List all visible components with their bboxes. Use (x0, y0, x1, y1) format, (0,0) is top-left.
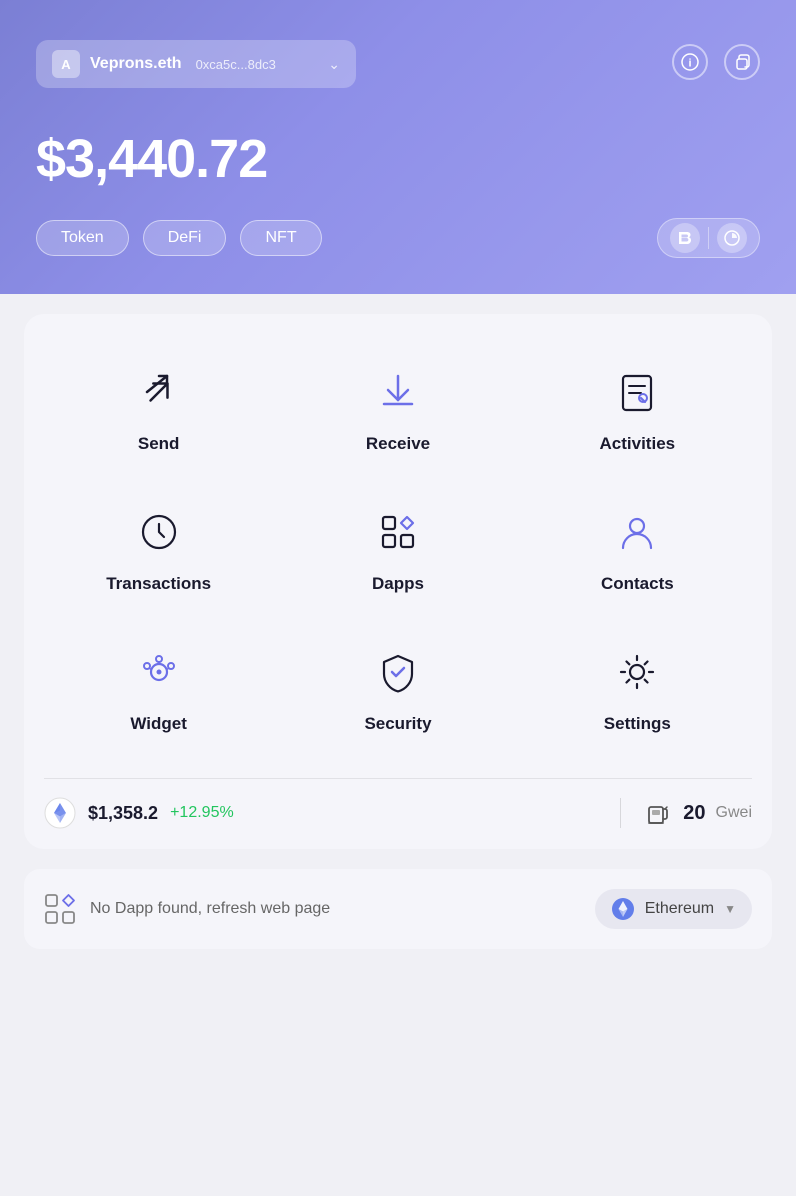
tab-defi[interactable]: DeFi (143, 220, 227, 256)
transactions-icon (131, 504, 187, 560)
activities-label: Activities (600, 434, 676, 454)
widget-button[interactable]: Widget (44, 624, 273, 754)
gas-value: 20 (683, 802, 705, 825)
eth-ticker[interactable]: $1,358.2 +12.95% (44, 797, 596, 829)
security-button[interactable]: Security (283, 624, 512, 754)
contacts-icon (609, 504, 665, 560)
gas-ticker: 20 Gwei (645, 799, 752, 827)
dapps-button[interactable]: Dapps (283, 484, 512, 614)
transactions-button[interactable]: Transactions (44, 484, 273, 614)
tab-token[interactable]: Token (36, 220, 129, 256)
eth-change: +12.95% (170, 804, 234, 822)
activities-button[interactable]: Activities (523, 344, 752, 474)
header-action-icons: i (672, 44, 760, 80)
ticker-row: $1,358.2 +12.95% 20 Gwei (44, 778, 752, 829)
widget-icon (131, 644, 187, 700)
actions-grid: Send Receive (44, 344, 752, 754)
receive-icon (370, 364, 426, 420)
svg-text:i: i (688, 58, 691, 70)
settings-icon (609, 644, 665, 700)
info-button[interactable]: i (672, 44, 708, 80)
gas-icon (645, 799, 673, 827)
receive-button[interactable]: Receive (283, 344, 512, 474)
transactions-label: Transactions (106, 574, 211, 594)
security-label: Security (364, 714, 431, 734)
receive-label: Receive (366, 434, 430, 454)
wallet-balance: $3,440.72 (36, 128, 760, 190)
network-selector[interactable]: Ethereum ▼ (595, 889, 752, 929)
ethereum-network-logo (611, 897, 635, 921)
no-dapp-message: No Dapp found, refresh web page (90, 900, 581, 918)
dapps-icon (370, 504, 426, 560)
tab-nft[interactable]: NFT (240, 220, 321, 256)
main-card: Send Receive (24, 314, 772, 849)
wallet-address: 0xca5c...8dc3 (196, 57, 276, 72)
network-chevron-icon: ▼ (724, 902, 736, 916)
security-icon (370, 644, 426, 700)
widget-label: Widget (130, 714, 187, 734)
settings-label: Settings (604, 714, 671, 734)
dapp-grid-icon (44, 893, 76, 925)
partner-logos[interactable] (657, 218, 760, 258)
bottom-bar: No Dapp found, refresh web page Ethereum… (24, 869, 772, 949)
send-button[interactable]: Send (44, 344, 273, 474)
wallet-name: Veprons.eth (90, 55, 182, 73)
partner-logo-b (670, 223, 700, 253)
tabs-row: Token DeFi NFT (36, 218, 760, 258)
eth-price: $1,358.2 (88, 803, 158, 824)
activities-icon (609, 364, 665, 420)
copy-button[interactable] (724, 44, 760, 80)
contacts-label: Contacts (601, 574, 674, 594)
partner-divider (708, 227, 709, 249)
gas-unit: Gwei (716, 804, 752, 822)
partner-logo-chart (717, 223, 747, 253)
contacts-button[interactable]: Contacts (523, 484, 752, 614)
chevron-down-icon: ⌄ (328, 56, 340, 73)
network-name: Ethereum (645, 900, 714, 918)
ticker-divider (620, 798, 621, 828)
header-section: A Veprons.eth 0xca5c...8dc3 ⌄ i $3,440.7… (0, 0, 796, 294)
settings-button[interactable]: Settings (523, 624, 752, 754)
dapps-label: Dapps (372, 574, 424, 594)
send-label: Send (138, 434, 180, 454)
send-icon (131, 364, 187, 420)
wallet-avatar: A (52, 50, 80, 78)
address-bar[interactable]: A Veprons.eth 0xca5c...8dc3 ⌄ (36, 40, 356, 88)
